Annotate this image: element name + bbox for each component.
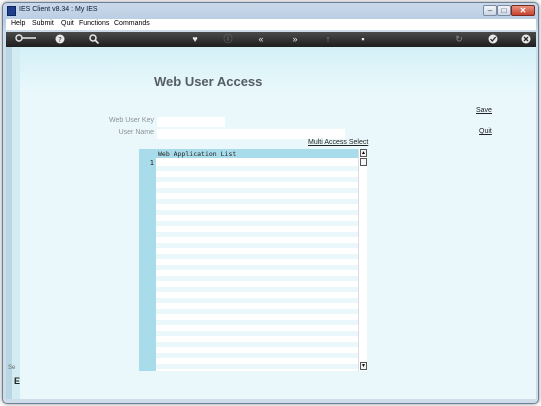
forward-icon[interactable]: » — [289, 32, 301, 47]
menu-submit[interactable]: Submit — [32, 20, 54, 27]
maximize-button[interactable]: □ — [497, 5, 511, 16]
left-panel-edge — [12, 47, 20, 399]
help-icon[interactable]: ? — [54, 32, 66, 47]
menu-quit[interactable]: Quit — [61, 20, 74, 27]
close-icon[interactable] — [520, 32, 532, 47]
scroll-thumb[interactable] — [360, 158, 367, 166]
user-name-label: User Name — [118, 129, 154, 136]
web-user-key-field[interactable] — [157, 117, 225, 127]
grid-scrollbar[interactable]: ▲ ▼ — [358, 149, 367, 371]
page-title: Web User Access — [154, 74, 263, 89]
menu-bar: Help Submit Quit Functions Commands — [6, 19, 536, 30]
app-icon — [7, 6, 16, 16]
up-icon[interactable]: ↑ — [322, 32, 334, 47]
menu-functions[interactable]: Functions — [79, 20, 109, 27]
search-icon[interactable] — [88, 32, 100, 47]
refresh-icon[interactable]: ↻ — [453, 32, 465, 47]
check-icon[interactable] — [487, 32, 499, 47]
scroll-down-icon[interactable]: ▼ — [360, 362, 367, 370]
stop-icon[interactable]: ▪ — [357, 32, 369, 47]
row-number-column: 1 — [139, 149, 156, 371]
scroll-up-icon[interactable]: ▲ — [360, 149, 367, 157]
close-window-button[interactable]: ✕ — [511, 5, 535, 16]
grid-column-header: Web Application List — [156, 149, 358, 158]
key-icon[interactable] — [14, 32, 38, 47]
web-application-grid: 1 Web Application List ▲ ▼ — [139, 149, 367, 371]
heart-icon[interactable]: ♥ — [189, 32, 201, 47]
minimize-button[interactable]: – — [483, 5, 497, 16]
back-icon[interactable]: « — [255, 32, 267, 47]
info-icon[interactable]: ⓘ — [222, 32, 234, 47]
grid-body[interactable] — [156, 149, 358, 371]
header-band — [20, 47, 536, 95]
menu-commands[interactable]: Commands — [114, 20, 150, 27]
main-content: Web User Access Web User Key User Name S… — [6, 47, 536, 399]
app-window: IES Client v8.34 : My IES – □ ✕ Help Sub… — [2, 2, 539, 404]
side-bold-fragment: E — [14, 376, 21, 386]
row-number: 1 — [149, 159, 154, 167]
column-header-label: Web Application List — [158, 150, 237, 158]
web-user-key-label: Web User Key — [109, 117, 154, 124]
menu-help[interactable]: Help — [11, 20, 25, 27]
svg-text:?: ? — [58, 36, 62, 44]
multi-access-select-link[interactable]: Multi Access Select — [308, 139, 368, 146]
quit-link[interactable]: Quit — [479, 128, 492, 135]
toolbar: ? ♥ ⓘ « » ↑ ▪ ↻ — [6, 32, 536, 47]
save-link[interactable]: Save — [476, 107, 492, 114]
title-bar: IES Client v8.34 : My IES – □ ✕ — [3, 3, 538, 19]
table-row[interactable] — [156, 158, 358, 166]
user-name-field[interactable] — [157, 129, 345, 139]
window-title: IES Client v8.34 : My IES — [19, 6, 98, 13]
side-text-fragment: Se — [8, 365, 16, 371]
